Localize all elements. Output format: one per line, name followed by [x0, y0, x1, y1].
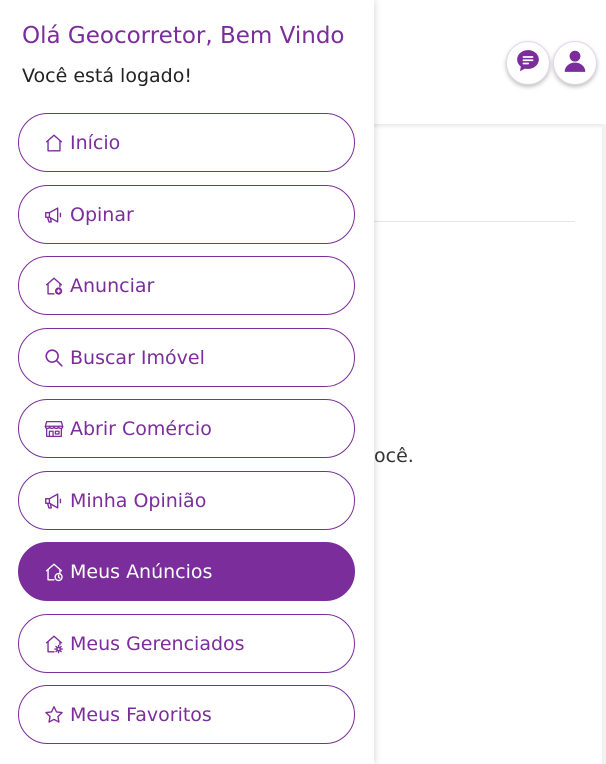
menu-item-label: Meus Anúncios — [70, 560, 213, 583]
menu-item-label: Anunciar — [70, 274, 155, 297]
menu-item-anunciar[interactable]: Anunciar — [18, 256, 355, 315]
menu-item-minha-opiniao[interactable]: Minha Opinião — [18, 471, 355, 530]
user-icon — [562, 48, 588, 78]
menu-item-label: Meus Favoritos — [70, 703, 212, 726]
menu-item-meus-favoritos[interactable]: Meus Favoritos — [18, 685, 355, 744]
megaphone-icon — [43, 490, 65, 512]
background-text: ocê. — [374, 445, 414, 467]
menu-item-label: Minha Opinião — [70, 489, 207, 512]
chat-icon — [515, 48, 541, 78]
menu-item-label: Abrir Comércio — [70, 417, 212, 440]
home-add-icon — [43, 275, 65, 297]
menu-item-label: Início — [70, 131, 121, 154]
scrollbar-track — [602, 124, 606, 764]
side-drawer: Olá Geocorretor, Bem Vindo Você está log… — [0, 0, 374, 764]
star-icon — [43, 704, 65, 726]
menu-item-buscar-imovel[interactable]: Buscar Imóvel — [18, 328, 355, 387]
megaphone-icon — [43, 204, 65, 226]
home-icon — [43, 132, 65, 154]
menu-item-opinar[interactable]: Opinar — [18, 185, 355, 244]
content-divider — [374, 221, 575, 222]
greeting-title: Olá Geocorretor, Bem Vindo — [22, 23, 345, 49]
menu-item-inicio[interactable]: Início — [18, 113, 355, 172]
shop-icon — [43, 418, 65, 440]
menu-item-abrir-comercio[interactable]: Abrir Comércio — [18, 399, 355, 458]
chat-button[interactable] — [506, 41, 550, 85]
menu-item-label: Opinar — [70, 203, 134, 226]
menu-item-meus-gerenciados[interactable]: Meus Gerenciados — [18, 614, 355, 673]
user-button[interactable] — [553, 41, 597, 85]
menu-item-meus-anuncios[interactable]: Meus Anúncios — [18, 542, 355, 601]
search-icon — [43, 347, 65, 369]
home-gear-icon — [43, 633, 65, 655]
home-clock-icon — [43, 561, 65, 583]
menu-item-label: Buscar Imóvel — [70, 346, 205, 369]
login-status: Você está logado! — [22, 65, 192, 87]
menu-item-label: Meus Gerenciados — [70, 632, 245, 655]
